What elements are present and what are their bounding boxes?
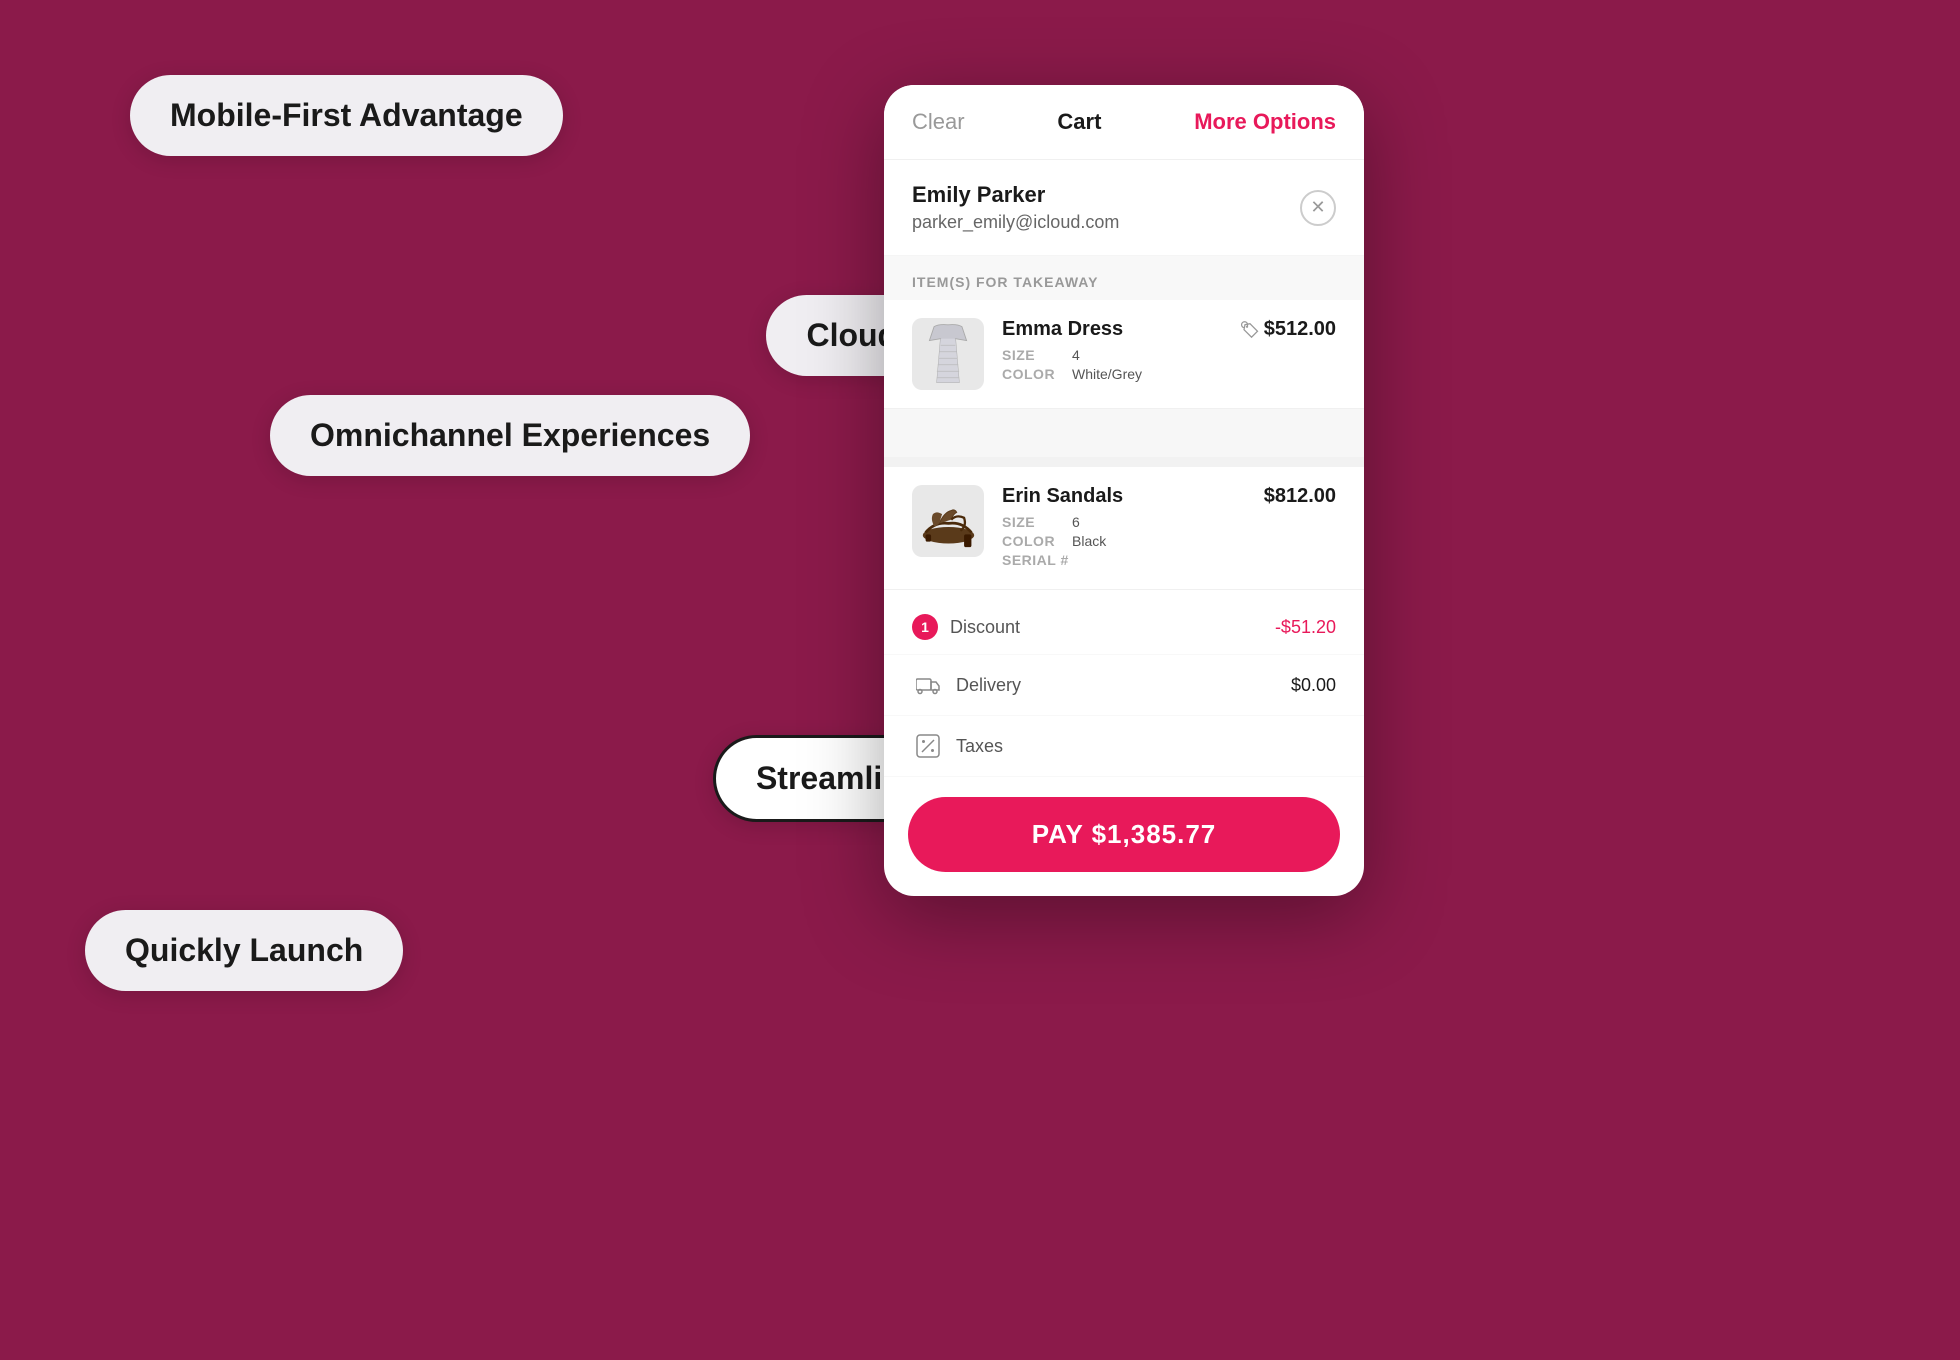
items-label: ITEM(S) FOR TAKEAWAY	[884, 256, 1364, 300]
mobile-first-pill: Mobile-First Advantage	[130, 75, 563, 156]
truck-icon	[912, 669, 944, 701]
close-button[interactable]: ✕	[1300, 190, 1336, 226]
item-details-dress: Emma Dress 🏷$512.00 SIZE 4 COLOR White/G…	[1002, 318, 1336, 385]
header-clear[interactable]: Clear	[912, 109, 965, 135]
discount-badge: 1	[912, 614, 938, 640]
cart-item-sandals: Erin Sandals $812.00 SIZE 6 COLOR Black …	[884, 467, 1364, 590]
discount-row: 1 Discount -$51.20	[884, 600, 1364, 655]
discount-left: 1 Discount	[912, 614, 1020, 640]
customer-email: parker_emily@icloud.com	[912, 212, 1119, 233]
mobile-first-label: Mobile-First Advantage	[170, 97, 523, 134]
delivery-left: Delivery	[912, 669, 1021, 701]
header-cart: Cart	[1057, 109, 1101, 135]
quickly-launch-label: Quickly Launch	[125, 932, 363, 969]
discount-label: Discount	[950, 617, 1020, 638]
pay-button[interactable]: PAY $1,385.77	[908, 797, 1340, 872]
delivery-value: $0.00	[1291, 675, 1336, 696]
customer-section: Emily Parker parker_emily@icloud.com ✕	[884, 160, 1364, 256]
app-header: Clear Cart More Options	[884, 85, 1364, 160]
customer-info: Emily Parker parker_emily@icloud.com	[912, 182, 1119, 233]
partial-item	[884, 409, 1364, 457]
item-details-sandals: Erin Sandals $812.00 SIZE 6 COLOR Black …	[1002, 485, 1336, 571]
item-image-sandals	[912, 485, 984, 557]
quickly-launch-pill: Quickly Launch	[85, 910, 403, 991]
summary-section: 1 Discount -$51.20 Delivery $0.00	[884, 590, 1364, 787]
pay-button-label: PAY $1,385.77	[1032, 819, 1217, 849]
item-image-dress	[912, 318, 984, 390]
percent-icon	[912, 730, 944, 762]
taxes-row: Taxes	[884, 716, 1364, 777]
cart-item-dress: Emma Dress 🏷$512.00 SIZE 4 COLOR White/G…	[884, 300, 1364, 409]
delivery-label: Delivery	[956, 675, 1021, 696]
discount-value: -$51.20	[1275, 617, 1336, 638]
item-price-dress: 🏷$512.00	[1239, 318, 1336, 341]
taxes-left: Taxes	[912, 730, 1003, 762]
customer-name: Emily Parker	[912, 182, 1119, 208]
item-name-dress: Emma Dress	[1002, 318, 1123, 341]
omnichannel-label: Omnichannel Experiences	[310, 417, 710, 454]
item-name-sandals: Erin Sandals	[1002, 485, 1123, 508]
items-section: ITEM(S) FOR TAKEAWAY Emma Dress	[884, 256, 1364, 590]
header-more-options[interactable]: More Options	[1194, 109, 1336, 135]
item-price-sandals: $812.00	[1264, 485, 1336, 508]
middle-divider	[884, 457, 1364, 467]
taxes-label: Taxes	[956, 736, 1003, 757]
omnichannel-pill: Omnichannel Experiences	[270, 395, 750, 476]
delivery-row: Delivery $0.00	[884, 655, 1364, 716]
app-mockup: Clear Cart More Options Emily Parker par…	[884, 85, 1364, 896]
